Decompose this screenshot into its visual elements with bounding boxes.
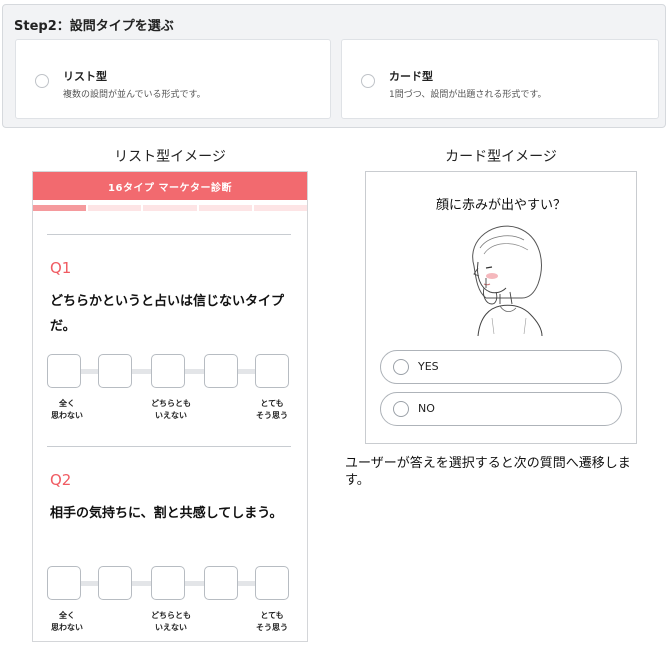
scale-option[interactable] — [204, 566, 238, 600]
scale-label-right: とても そう思う — [256, 611, 288, 632]
scale-option[interactable] — [151, 354, 185, 388]
scale-option[interactable] — [98, 354, 132, 388]
scale-option[interactable] — [151, 566, 185, 600]
option-card-type[interactable]: カード型 1問づつ、設問が出題される形式です。 — [341, 39, 659, 119]
answer-radio — [393, 401, 409, 417]
card-preview: 顔に赤みが出やすい？ YES NO — [365, 171, 637, 444]
answer-no-button[interactable]: NO — [380, 392, 622, 426]
answer-label: YES — [418, 360, 439, 373]
progress-segment — [33, 205, 87, 211]
progress-segment — [143, 205, 197, 211]
scale-option[interactable] — [47, 566, 81, 600]
progress-segment — [253, 205, 307, 211]
progress-segment — [88, 205, 142, 211]
step-title: Step2：設問タイプを選ぶ — [14, 19, 174, 34]
answer-scale — [47, 566, 291, 602]
step2-panel: Step2：設問タイプを選ぶ リスト型 複数の設問が並んでいる形式です。 カード… — [2, 4, 666, 128]
card-type-radio[interactable] — [361, 74, 375, 88]
divider — [47, 234, 291, 235]
answer-label: NO — [418, 402, 435, 415]
progress-segment — [198, 205, 252, 211]
list-type-radio[interactable] — [35, 74, 49, 88]
question-number: Q2 — [50, 471, 72, 489]
scale-label-right: とても そう思う — [256, 399, 288, 420]
scale-label-middle: どちらとも いえない — [151, 399, 191, 420]
progress-bar — [33, 205, 307, 211]
option-list-type[interactable]: リスト型 複数の設問が並んでいる形式です。 — [15, 39, 331, 119]
card-type-note: ユーザーが答えを選択すると次の質問へ遷移します。 — [345, 456, 631, 488]
option-description: 1問づつ、設問が出題される形式です。 — [389, 90, 547, 100]
card-preview-caption: カード型イメージ — [445, 149, 557, 165]
option-label: カード型 — [389, 70, 433, 83]
answer-radio — [393, 359, 409, 375]
scale-option[interactable] — [98, 566, 132, 600]
scale-label-left: 全く 思わない — [51, 611, 83, 632]
divider — [47, 446, 291, 447]
scale-option[interactable] — [204, 354, 238, 388]
answer-scale — [47, 354, 291, 390]
scale-option[interactable] — [47, 354, 81, 388]
scale-label-middle: どちらとも いえない — [151, 611, 191, 632]
card-question: 顔に赤みが出やすい？ — [435, 198, 566, 213]
scale-label-left: 全く 思わない — [51, 399, 83, 420]
option-description: 複数の設問が並んでいる形式です。 — [63, 90, 206, 100]
answer-yes-button[interactable]: YES — [380, 350, 622, 384]
scale-option[interactable] — [255, 566, 289, 600]
list-preview-caption: リスト型イメージ — [114, 149, 226, 165]
list-preview: 16タイプ マーケター診断 Q1 どちらかというと占いは信じないタイプだ。 全く… — [32, 171, 308, 642]
girl-thinking-illustration — [472, 225, 543, 336]
question-text: 相手の気持ちに、割と共感してしまう。 — [50, 506, 283, 521]
quiz-header: 16タイプ マーケター診断 — [33, 172, 307, 200]
question-text: どちらかというと占いは信じないタイプだ。 — [50, 294, 285, 334]
scale-option[interactable] — [255, 354, 289, 388]
option-label: リスト型 — [63, 70, 107, 83]
question-number: Q1 — [50, 259, 72, 277]
